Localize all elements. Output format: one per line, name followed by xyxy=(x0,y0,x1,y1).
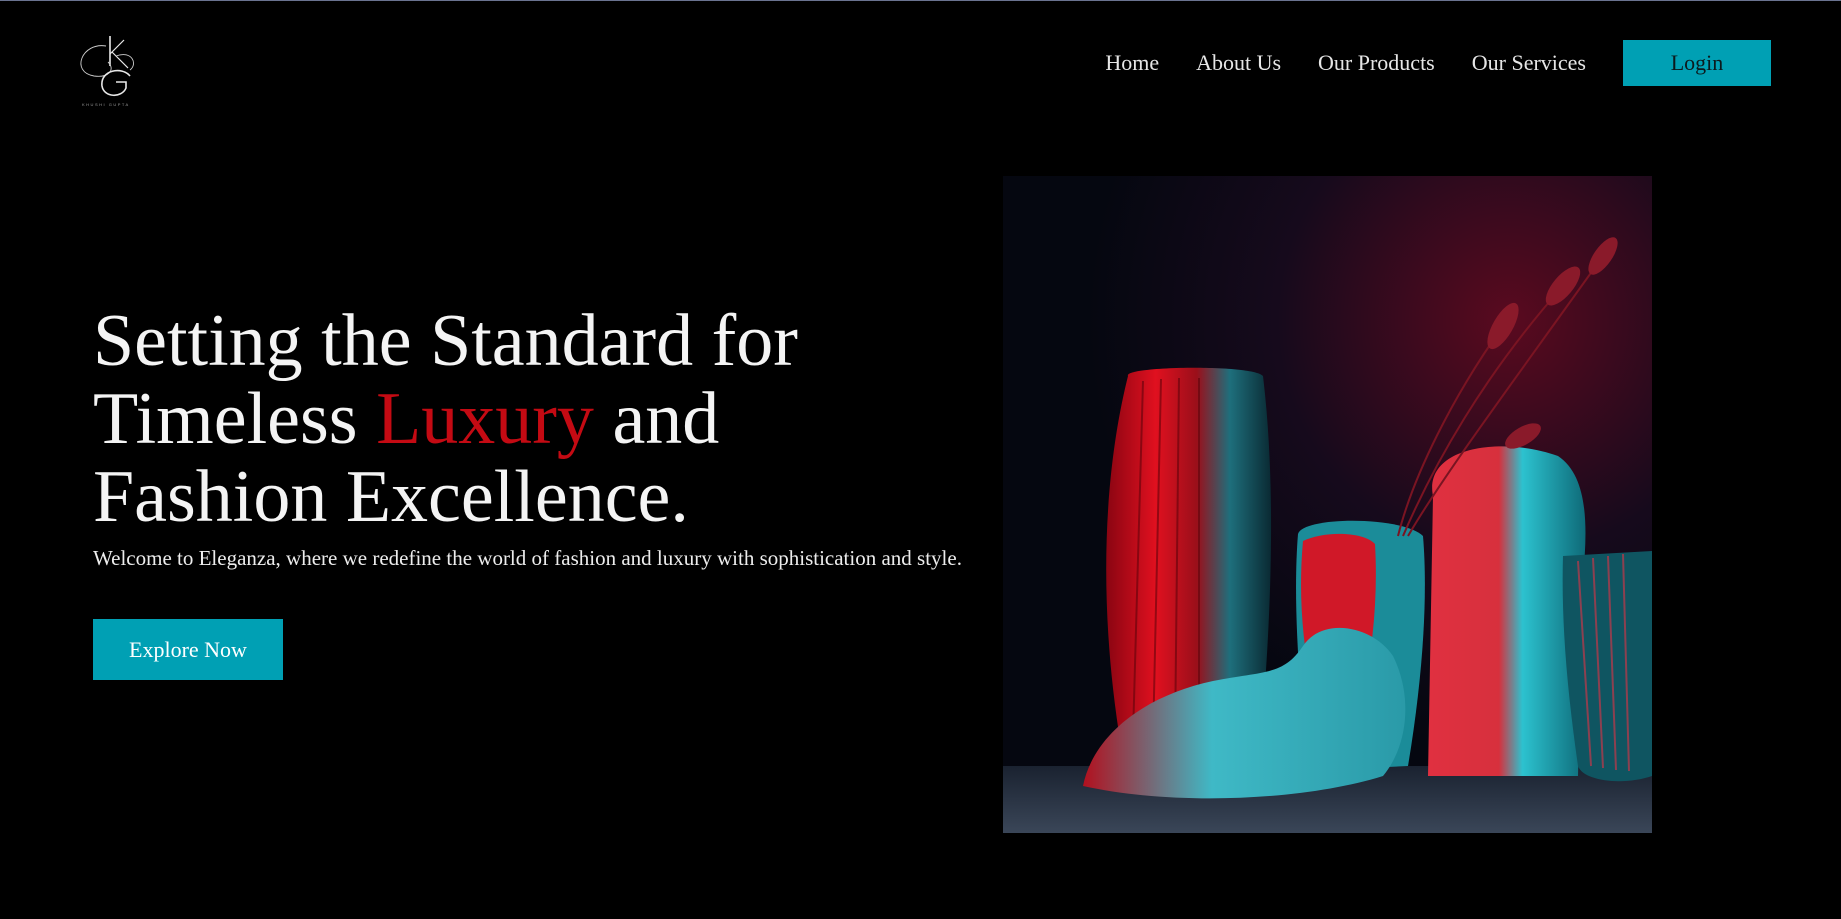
logo-caption: KHUSHI GUPTA xyxy=(82,102,130,107)
hero-title-accent: Luxury xyxy=(376,378,594,460)
hero-title: Setting the Standard for Timeless Luxury … xyxy=(93,302,953,536)
explore-now-button[interactable]: Explore Now xyxy=(93,619,283,680)
hero-title-line2-pre: Timeless xyxy=(93,378,377,460)
hero-title-line1: Setting the Standard for xyxy=(93,300,798,382)
nav-our-services[interactable]: Our Services xyxy=(1472,50,1586,76)
hero-image xyxy=(1003,176,1652,833)
top-border xyxy=(0,0,1841,1)
monogram-logo[interactable] xyxy=(72,32,146,108)
nav-home[interactable]: Home xyxy=(1105,50,1159,76)
vases-still-life-image xyxy=(1003,176,1652,833)
kg-monogram-icon xyxy=(80,36,134,97)
login-button[interactable]: Login xyxy=(1623,40,1771,86)
hero-subtitle: Welcome to Eleganza, where we redefine t… xyxy=(93,546,962,570)
nav-about-us[interactable]: About Us xyxy=(1196,50,1281,76)
hero-title-line3: Fashion Excellence. xyxy=(93,456,689,538)
main-nav: Home About Us Our Products Our Services … xyxy=(1105,40,1771,86)
nav-our-products[interactable]: Our Products xyxy=(1318,50,1435,76)
hero-title-line2-post: and xyxy=(593,378,720,460)
